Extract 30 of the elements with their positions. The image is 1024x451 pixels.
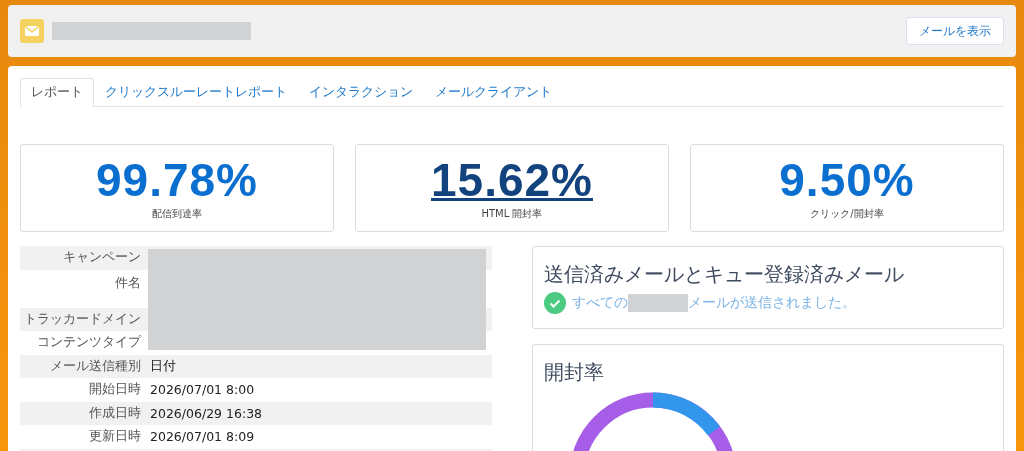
metric-label: 配信到達率: [152, 207, 202, 221]
field-label: キャンペーン: [62, 249, 141, 267]
field-value: 2026/07/01 8:09: [150, 429, 255, 445]
field-label: トラッカードメイン: [23, 310, 141, 328]
field-label: メール送信種別: [49, 357, 141, 375]
envelope-icon: [20, 19, 44, 43]
check-icon: [544, 292, 566, 314]
field-label: 件名: [114, 274, 141, 292]
metric-link[interactable]: 15.62%: [431, 155, 593, 205]
card-title: 送信済みメールとキュー登録済みメール: [544, 261, 905, 288]
status-text: すべての: [572, 294, 628, 312]
field-value: 2026/07/01 8:00: [150, 382, 255, 398]
tab[interactable]: レポート: [20, 78, 94, 107]
tab[interactable]: クリックスルーレートレポート: [94, 78, 298, 106]
field-value: 日付: [150, 357, 176, 375]
field-label: 更新日時: [88, 428, 141, 446]
metric-label: HTML 開封率: [481, 207, 543, 221]
card-title: 開封率: [544, 359, 605, 386]
status-text: メールが送信されました。: [688, 294, 856, 312]
tab[interactable]: メールクライアント: [424, 78, 563, 106]
metric-value: 99.78%: [96, 155, 258, 205]
field-value: 2026/06/29 16:38: [150, 405, 263, 421]
tab[interactable]: インタラクション: [298, 78, 424, 106]
redaction-bar: [628, 294, 688, 312]
field-label: 作成日時: [88, 404, 141, 422]
field-label: 開始日時: [88, 381, 141, 399]
field-label: コンテンツタイプ: [36, 334, 141, 352]
metric-value: 9.50%: [779, 155, 915, 205]
metric-label: クリック/開封率: [810, 207, 884, 221]
view-email-button[interactable]: メールを表示: [906, 17, 1004, 45]
